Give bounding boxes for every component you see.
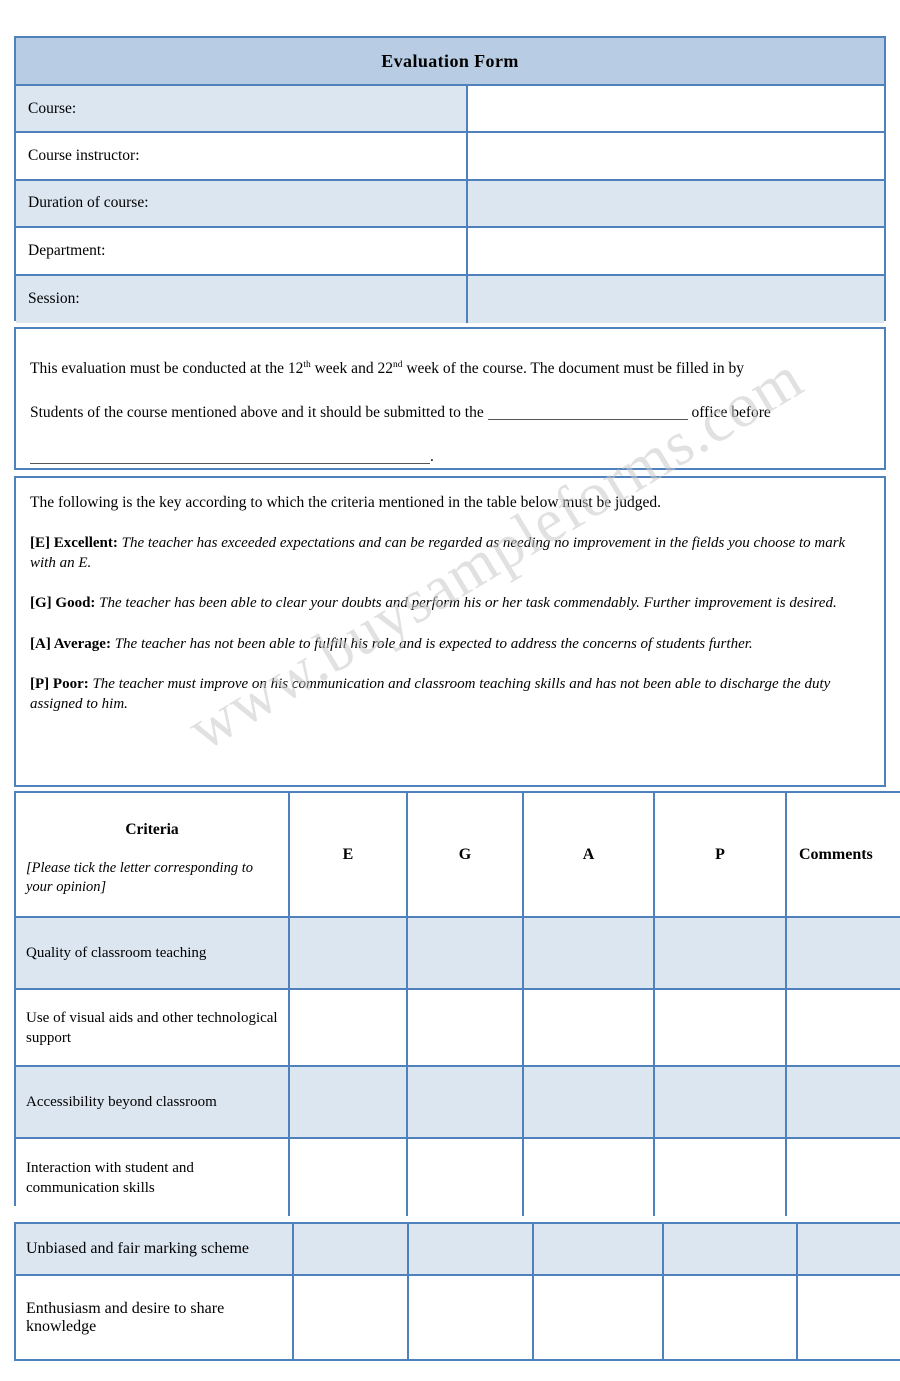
page-title: Evaluation Form bbox=[381, 50, 519, 71]
comments-cell[interactable] bbox=[798, 1224, 900, 1274]
office-blank-input[interactable] bbox=[487, 419, 688, 421]
table-row: Quality of classroom teaching bbox=[16, 918, 900, 990]
rating-cell-g[interactable] bbox=[408, 1067, 524, 1137]
rating-cell-a[interactable] bbox=[534, 1276, 664, 1359]
criteria-column-subtitle: [Please tick the letter corresponding to… bbox=[26, 860, 253, 895]
field-row-course-instructor: Course instructor: bbox=[16, 133, 884, 181]
rating-cell-e[interactable] bbox=[294, 1276, 409, 1359]
criteria-label-quality-of-classroom-teaching: Quality of classroom teaching bbox=[16, 918, 290, 988]
field-row-department: Department: bbox=[16, 228, 884, 276]
column-header-e: E bbox=[342, 845, 354, 863]
field-label-course: Course: bbox=[16, 86, 468, 132]
field-row-session: Session: bbox=[16, 275, 884, 323]
rating-cell-e[interactable] bbox=[290, 1139, 408, 1216]
instructions-text-d: Students of the course mentioned above a… bbox=[30, 404, 484, 422]
key-desc-poor: The teacher must improve on his communic… bbox=[30, 676, 831, 712]
key-label-excellent: [E] Excellent: bbox=[30, 535, 118, 551]
field-input-duration-of-course[interactable] bbox=[468, 180, 884, 227]
instructions-text-e: office before bbox=[691, 404, 771, 422]
rating-cell-g[interactable] bbox=[409, 1276, 534, 1359]
rating-cell-p[interactable] bbox=[655, 1139, 787, 1216]
table-row: Accessibility beyond classroom bbox=[16, 1067, 900, 1139]
field-label-course-instructor: Course instructor: bbox=[16, 133, 468, 179]
evaluation-form-page: www.buysampleforms.com Evaluation Form C… bbox=[0, 0, 900, 1381]
key-label-good: [G] Good: bbox=[30, 595, 96, 611]
rating-cell-a[interactable] bbox=[524, 990, 655, 1065]
criteria-label-interaction-with-student: Interaction with student and communicati… bbox=[16, 1139, 290, 1216]
key-label-poor: [P] Poor: bbox=[30, 676, 89, 692]
key-item-average: [A] Average: The teacher has not been ab… bbox=[30, 635, 870, 655]
rating-cell-a[interactable] bbox=[534, 1224, 664, 1274]
table-row: Interaction with student and communicati… bbox=[16, 1139, 900, 1216]
field-label-session: Session: bbox=[16, 275, 468, 323]
field-input-course-instructor[interactable] bbox=[468, 133, 884, 179]
criteria-label-accessibility-beyond-classroom: Accessibility beyond classroom bbox=[16, 1067, 290, 1137]
rating-cell-g[interactable] bbox=[409, 1224, 534, 1274]
table-row: Use of visual aids and other technologic… bbox=[16, 990, 900, 1067]
ordinal-th: th bbox=[303, 360, 311, 370]
rating-cell-e[interactable] bbox=[290, 1067, 408, 1137]
column-header-a: A bbox=[582, 845, 595, 863]
field-row-course: Course: bbox=[16, 86, 884, 134]
rating-cell-p[interactable] bbox=[655, 918, 787, 988]
comments-cell[interactable] bbox=[787, 990, 900, 1065]
rating-cell-g[interactable] bbox=[408, 1139, 524, 1216]
instructions-period: . bbox=[430, 448, 434, 466]
comments-cell[interactable] bbox=[787, 1067, 900, 1137]
rating-cell-a[interactable] bbox=[524, 1139, 655, 1216]
comments-cell[interactable] bbox=[787, 1139, 900, 1216]
grading-key-block: The following is the key according to wh… bbox=[14, 476, 886, 787]
rating-cell-p[interactable] bbox=[664, 1224, 798, 1274]
field-label-duration-of-course: Duration of course: bbox=[16, 180, 468, 227]
rating-cell-p[interactable] bbox=[655, 990, 787, 1065]
field-label-department: Department: bbox=[16, 228, 468, 274]
deadline-blank-input[interactable] bbox=[30, 463, 430, 465]
field-input-course[interactable] bbox=[468, 86, 884, 132]
comments-cell[interactable] bbox=[787, 918, 900, 988]
comments-cell[interactable] bbox=[798, 1276, 900, 1359]
rating-cell-e[interactable] bbox=[290, 918, 408, 988]
rating-cell-p[interactable] bbox=[655, 1067, 787, 1137]
key-desc-good: The teacher has been able to clear your … bbox=[99, 595, 837, 611]
field-input-session[interactable] bbox=[468, 275, 884, 323]
key-intro-text: The following is the key according to wh… bbox=[30, 494, 662, 511]
rating-cell-a[interactable] bbox=[524, 1067, 655, 1137]
instructions-text-c: week of the course. The document must be… bbox=[402, 360, 744, 378]
form-title-bar: Evaluation Form bbox=[16, 38, 884, 86]
key-desc-excellent: The teacher has exceeded expectations an… bbox=[30, 535, 846, 571]
column-header-comments: Comments bbox=[799, 845, 873, 863]
instructions-line-2: Students of the course mentioned above a… bbox=[30, 391, 870, 435]
rating-cell-a[interactable] bbox=[524, 918, 655, 988]
criteria-rating-table-continued: Unbiased and fair marking scheme Enthusi… bbox=[14, 1222, 900, 1361]
criteria-label-use-of-visual-aids: Use of visual aids and other technologic… bbox=[16, 990, 290, 1065]
key-item-good: [G] Good: The teacher has been able to c… bbox=[30, 594, 870, 614]
table-row: Enthusiasm and desire to share knowledge bbox=[16, 1276, 900, 1359]
instructions-text-b: week and 22 bbox=[310, 360, 393, 378]
rating-cell-g[interactable] bbox=[408, 990, 524, 1065]
rating-cell-e[interactable] bbox=[290, 990, 408, 1065]
criteria-rating-table: Criteria [Please tick the letter corresp… bbox=[14, 791, 900, 1216]
instructions-block: This evaluation must be conducted at the… bbox=[14, 327, 886, 470]
key-label-average: [A] Average: bbox=[30, 635, 111, 652]
column-header-g: G bbox=[458, 845, 472, 863]
table-row: Unbiased and fair marking scheme bbox=[16, 1224, 900, 1276]
header-fields-table: Evaluation Form Course: Course instructo… bbox=[14, 36, 886, 323]
instructions-text-a: This evaluation must be conducted at the… bbox=[30, 360, 304, 378]
rating-cell-g[interactable] bbox=[408, 918, 524, 988]
field-row-duration-of-course: Duration of course: bbox=[16, 180, 884, 229]
key-desc-average: The teacher has not been able to fulfill… bbox=[114, 635, 753, 652]
criteria-table-header-row: Criteria [Please tick the letter corresp… bbox=[16, 793, 900, 918]
criteria-header-cell: Criteria [Please tick the letter corresp… bbox=[16, 793, 290, 916]
field-input-department[interactable] bbox=[468, 228, 884, 274]
criteria-label-unbiased-and-fair-marking-scheme: Unbiased and fair marking scheme bbox=[16, 1224, 294, 1274]
criteria-label-enthusiasm-and-desire-to-share-knowledge: Enthusiasm and desire to share knowledge bbox=[16, 1276, 294, 1359]
instructions-line-1: This evaluation must be conducted at the… bbox=[30, 343, 870, 391]
rating-cell-e[interactable] bbox=[294, 1224, 409, 1274]
rating-cell-p[interactable] bbox=[664, 1276, 798, 1359]
instructions-line-3: . bbox=[30, 435, 870, 479]
key-item-poor: [P] Poor: The teacher must improve on hi… bbox=[30, 675, 870, 714]
column-header-p: P bbox=[715, 845, 725, 863]
key-item-excellent: [E] Excellent: The teacher has exceeded … bbox=[30, 534, 870, 573]
criteria-column-title: Criteria bbox=[125, 821, 179, 838]
